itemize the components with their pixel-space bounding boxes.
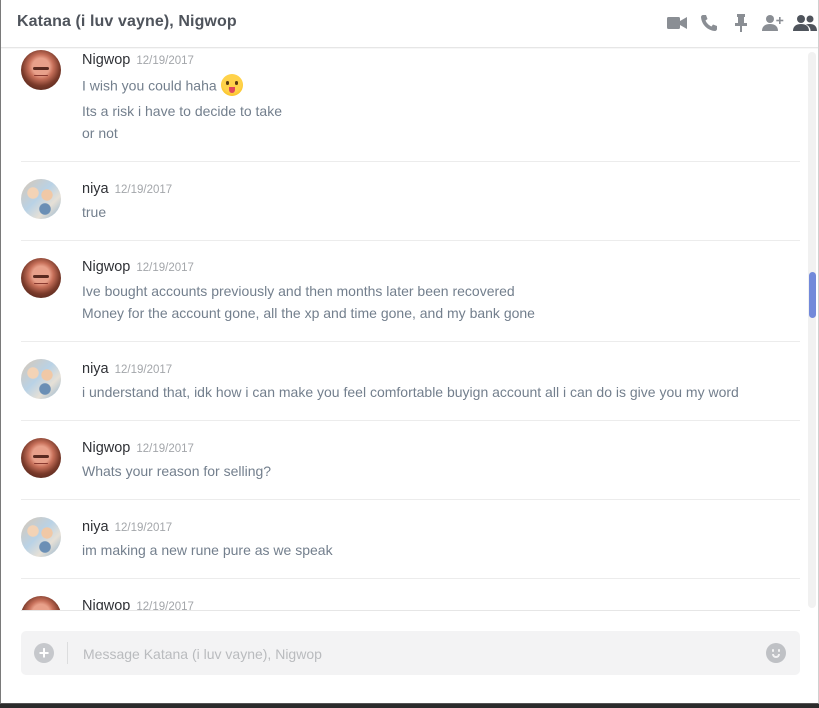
- message-group: Nigwop 12/19/2017 I wish you could haha I…: [21, 48, 800, 162]
- author-name[interactable]: niya: [82, 361, 109, 377]
- chat-header: Katana (i luv vayne), Nigwop: [1, 0, 818, 48]
- message-text: Whats your reason for selling?: [82, 463, 272, 479]
- add-friend-icon[interactable]: [760, 10, 786, 36]
- message-text: Ive bought accounts previously and then …: [82, 283, 515, 299]
- message-line: I wish you could haha: [82, 74, 243, 98]
- message-group: niya 12/19/2017 i understand that, idk ho…: [21, 341, 800, 421]
- message-group: Nigwop 12/19/2017 Whats your reason for s…: [21, 420, 800, 500]
- message-timestamp: 12/19/2017: [114, 522, 173, 534]
- pin-icon[interactable]: [728, 10, 754, 36]
- message-header: niya 12/19/2017: [82, 181, 172, 197]
- scrollbar-track[interactable]: [808, 52, 816, 608]
- message-group: Nigwop 12/19/2017 Ive bought accounts pre…: [21, 240, 800, 342]
- message-text: i understand that, idk how i can make yo…: [82, 384, 739, 400]
- message-input[interactable]: [81, 641, 745, 667]
- upload-button[interactable]: +: [34, 643, 54, 663]
- avatar[interactable]: [21, 596, 61, 610]
- message-group: Nigwop 12/19/2017: [21, 578, 800, 610]
- scrollbar-thumb[interactable]: [809, 272, 816, 318]
- message-header: niya 12/19/2017: [82, 519, 172, 535]
- message-header: Nigwop 12/19/2017: [82, 52, 194, 68]
- message-timestamp: 12/19/2017: [114, 184, 173, 196]
- message-composer: +: [21, 631, 800, 675]
- avatar[interactable]: [21, 258, 61, 298]
- author-name[interactable]: niya: [82, 181, 109, 197]
- message-group: niya 12/19/2017 true: [21, 161, 800, 241]
- message-timestamp: 12/19/2017: [136, 443, 194, 455]
- avatar[interactable]: [21, 359, 61, 399]
- message-text: I wish you could haha: [82, 77, 217, 94]
- message-text: or not: [82, 125, 118, 141]
- message-text: true: [82, 204, 107, 220]
- message-header: niya 12/19/2017: [82, 361, 172, 377]
- voice-call-icon[interactable]: [696, 10, 722, 36]
- composer-divider: [21, 610, 800, 611]
- header-toolbar: [658, 10, 818, 36]
- avatar[interactable]: [21, 50, 61, 90]
- message-timestamp: 12/19/2017: [136, 55, 194, 67]
- author-name[interactable]: Nigwop: [82, 259, 130, 275]
- plus-icon: +: [38, 643, 50, 663]
- message-text: im making a new rune pure as we speak: [82, 542, 333, 558]
- author-name[interactable]: niya: [82, 519, 109, 535]
- message-header: Nigwop 12/19/2017: [82, 440, 194, 456]
- message-text: Money for the account gone, all the xp a…: [82, 305, 535, 321]
- message-timestamp: 12/19/2017: [136, 601, 194, 610]
- message-timestamp: 12/19/2017: [136, 262, 194, 274]
- message-group: niya 12/19/2017 im making a new rune pure…: [21, 499, 800, 579]
- stuck-out-tongue-emoji-icon: [220, 74, 243, 96]
- channel-title: Katana (i luv vayne), Nigwop: [17, 13, 237, 30]
- composer-divider: [67, 642, 68, 664]
- chat-window: Katana (i luv vayne), Nigwop Nigwop 12/1…: [0, 0, 819, 704]
- author-name[interactable]: Nigwop: [82, 440, 130, 456]
- avatar[interactable]: [21, 179, 61, 219]
- message-header: Nigwop 12/19/2017: [82, 259, 194, 275]
- message-timestamp: 12/19/2017: [114, 364, 173, 376]
- message-list[interactable]: Nigwop 12/19/2017 I wish you could haha I…: [1, 48, 818, 610]
- message-text: Its a risk i have to decide to take: [82, 103, 282, 119]
- author-name[interactable]: Nigwop: [82, 598, 130, 610]
- members-icon[interactable]: [792, 10, 818, 36]
- emoji-picker-icon[interactable]: [766, 643, 786, 663]
- message-header: Nigwop 12/19/2017: [82, 598, 194, 610]
- avatar[interactable]: [21, 438, 61, 478]
- author-name[interactable]: Nigwop: [82, 52, 130, 68]
- video-call-icon[interactable]: [664, 10, 690, 36]
- avatar[interactable]: [21, 517, 61, 557]
